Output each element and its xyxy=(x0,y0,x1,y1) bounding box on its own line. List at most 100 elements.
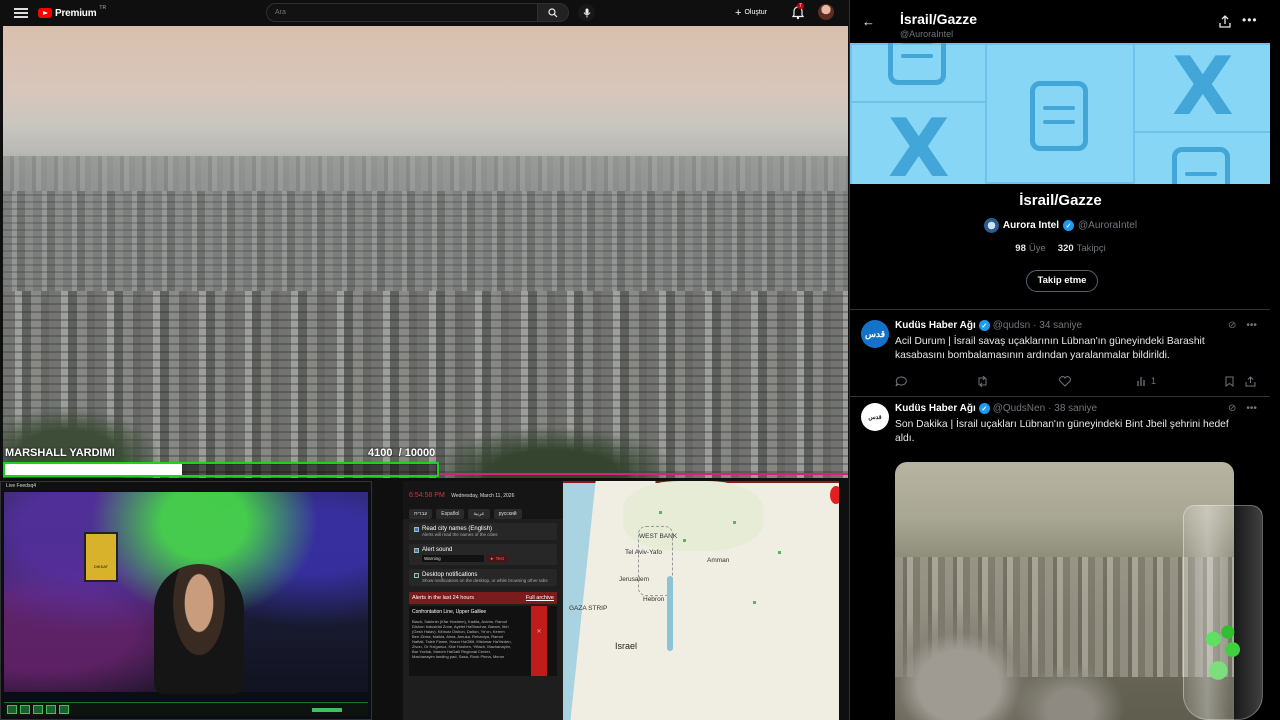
language-hebrew[interactable]: עברית xyxy=(409,509,433,519)
language-russian[interactable]: русский xyxy=(493,509,522,519)
search-input[interactable] xyxy=(266,3,538,22)
owner-avatar[interactable] xyxy=(983,218,999,233)
x-list-header: ← İsrail/Gazze @AuroraIntel ••• xyxy=(850,0,1270,42)
divider xyxy=(850,396,1270,397)
option-desktop-notifications[interactable]: Desktop notifications Show notifications… xyxy=(409,569,557,586)
option-alert-sound[interactable]: Alert sound Warning ► Test xyxy=(409,544,557,565)
views-button[interactable]: 1 xyxy=(1137,376,1156,386)
tweet-author-handle[interactable]: @QudsNen xyxy=(993,403,1045,414)
menu-icon[interactable] xyxy=(14,8,28,18)
back-arrow-icon[interactable]: ← xyxy=(862,14,875,29)
checkbox-checked[interactable] xyxy=(414,547,419,553)
unfollow-button[interactable]: Takip etme xyxy=(1026,270,1098,292)
red-alert-panel: 6:54:58 PM Wednesday, March 11, 2026 עבר… xyxy=(403,481,563,720)
tweet-author-name[interactable]: Kudüs Haber Ağı xyxy=(895,320,976,331)
owner-handle[interactable]: @AuroraIntel xyxy=(1078,220,1137,231)
tweet-time[interactable]: · 38 saniye xyxy=(1048,403,1097,414)
map-label-amman: Amman xyxy=(707,557,730,564)
followers-stat[interactable]: 320 Takipçi xyxy=(1058,243,1106,254)
map-label-tel-aviv: Tel Aviv-Yafo xyxy=(625,549,662,556)
alert-map-marker[interactable] xyxy=(830,486,839,504)
option-description: Show notifications on the desktop, or wh… xyxy=(422,578,548,583)
language-spanish[interactable]: Español xyxy=(436,509,465,519)
search-button[interactable] xyxy=(537,3,569,22)
pause-icon[interactable] xyxy=(20,705,30,714)
alert-cities: Biach, Sakhnin (Kfar Hoshem), Kadita, Av… xyxy=(412,619,512,659)
list-header-title: İsrail/Gazze xyxy=(900,11,978,27)
overlay-divider xyxy=(440,473,848,475)
grok-icon[interactable]: ⊘ xyxy=(1228,320,1236,331)
map-label-gaza: GAZA STRIP xyxy=(569,605,608,612)
eject-icon[interactable] xyxy=(33,705,43,714)
glass-decoration xyxy=(1199,618,1247,688)
tweet-top-icons: ⊘ ••• xyxy=(1228,320,1257,331)
sound-test-button[interactable]: ► Test xyxy=(487,555,507,562)
verified-icon: ✓ xyxy=(1063,220,1075,231)
screen: Premium TR + Oluştur 7 MARSHALL YARDIMI … xyxy=(0,0,1280,720)
language-selector: עברית Español عربية русский xyxy=(409,509,557,519)
map-marker xyxy=(659,511,662,514)
more-icon[interactable]: ••• xyxy=(1246,320,1257,331)
map-marker xyxy=(683,539,686,542)
checkbox-checked[interactable] xyxy=(414,526,419,532)
reply-icon[interactable] xyxy=(895,376,907,387)
warning-sign: DIKKAT xyxy=(84,532,118,582)
retweet-icon[interactable] xyxy=(976,376,989,387)
city-skyline-mid xyxy=(3,191,848,301)
list-stats: 98 Üye 320 Takipçi xyxy=(850,243,1270,254)
views-icon xyxy=(1137,377,1145,386)
share-icon[interactable] xyxy=(1218,15,1232,29)
checkbox-unchecked[interactable] xyxy=(414,572,419,578)
share-icon[interactable] xyxy=(1245,376,1256,387)
alert-map[interactable]: Tel Aviv-Yafo WEST BANK Amman Jerusalem … xyxy=(563,481,839,720)
account-avatar[interactable] xyxy=(818,4,834,20)
like-icon[interactable] xyxy=(1059,376,1071,387)
tweet[interactable]: قدس Kudüs Haber Ağı ✓ @qudsn · 34 saniye… xyxy=(850,320,1270,396)
document-icon xyxy=(1172,147,1230,184)
voice-search-button[interactable] xyxy=(578,4,595,21)
microphone-icon xyxy=(583,8,590,17)
tweet-header: Kudüs Haber Ağı ✓ @QudsNen · 38 saniye xyxy=(895,403,1097,414)
volume-slider[interactable] xyxy=(312,707,342,712)
alerts-last-24h-label: Alerts in the last 24 hours xyxy=(412,595,475,601)
verified-icon: ✓ xyxy=(978,403,990,414)
list-header-handle: @AuroraIntel xyxy=(900,29,954,39)
followers-label: Takipçi xyxy=(1076,243,1106,254)
tweet-author-name[interactable]: Kudüs Haber Ağı xyxy=(895,403,976,414)
list-owner[interactable]: Aurora Intel ✓ @AuroraIntel xyxy=(850,218,1270,233)
bookmark-icon[interactable] xyxy=(1225,376,1234,387)
x-logo-icon: X xyxy=(1172,43,1234,133)
tweet-avatar[interactable]: قدس xyxy=(861,403,889,431)
grok-icon[interactable]: ⊘ xyxy=(1228,403,1236,414)
tweet-header: Kudüs Haber Ağı ✓ @qudsn · 34 saniye xyxy=(895,320,1082,331)
tweet-avatar[interactable]: قدس xyxy=(861,320,889,348)
play-icon[interactable] xyxy=(7,705,17,714)
option-description: Alerts will read the names of the cities xyxy=(422,532,498,537)
map-label-israel: Israel xyxy=(615,641,638,651)
option-read-cities[interactable]: Read city names (English) Alerts will re… xyxy=(409,523,557,540)
members-label: Üye xyxy=(1028,243,1046,254)
members-stat[interactable]: 98 Üye xyxy=(1015,243,1045,254)
tweet-author-handle[interactable]: @qudsn xyxy=(993,320,1030,331)
owner-name[interactable]: Aurora Intel xyxy=(1003,220,1059,231)
tweet-time[interactable]: · 34 saniye xyxy=(1033,320,1082,331)
more-icon[interactable]: ••• xyxy=(1242,13,1258,27)
tweet-top-icons: ⊘ ••• xyxy=(1228,403,1257,414)
create-button[interactable]: + Oluştur xyxy=(735,5,767,20)
previous-icon[interactable] xyxy=(46,705,56,714)
next-icon[interactable] xyxy=(59,705,69,714)
sound-select[interactable]: Warning xyxy=(422,555,484,562)
language-arabic[interactable]: عربية xyxy=(468,509,490,519)
webcam-overlay: Live Feedsq4 DIKKAT xyxy=(0,481,372,720)
youtube-logo[interactable]: Premium TR xyxy=(38,5,106,19)
map-dead-sea xyxy=(667,576,673,651)
live-video-player[interactable] xyxy=(3,26,848,478)
list-banner: X X xyxy=(850,43,1270,184)
divider xyxy=(850,309,1270,310)
close-icon[interactable]: ✕ xyxy=(531,606,547,676)
more-icon[interactable]: ••• xyxy=(1246,403,1257,414)
streamer xyxy=(154,564,244,694)
full-archive-link[interactable]: Full archive xyxy=(526,595,554,601)
alerts-list[interactable]: Confrontation Line, Upper Galilee Biach,… xyxy=(409,606,557,676)
scrollbar[interactable] xyxy=(1270,0,1280,720)
